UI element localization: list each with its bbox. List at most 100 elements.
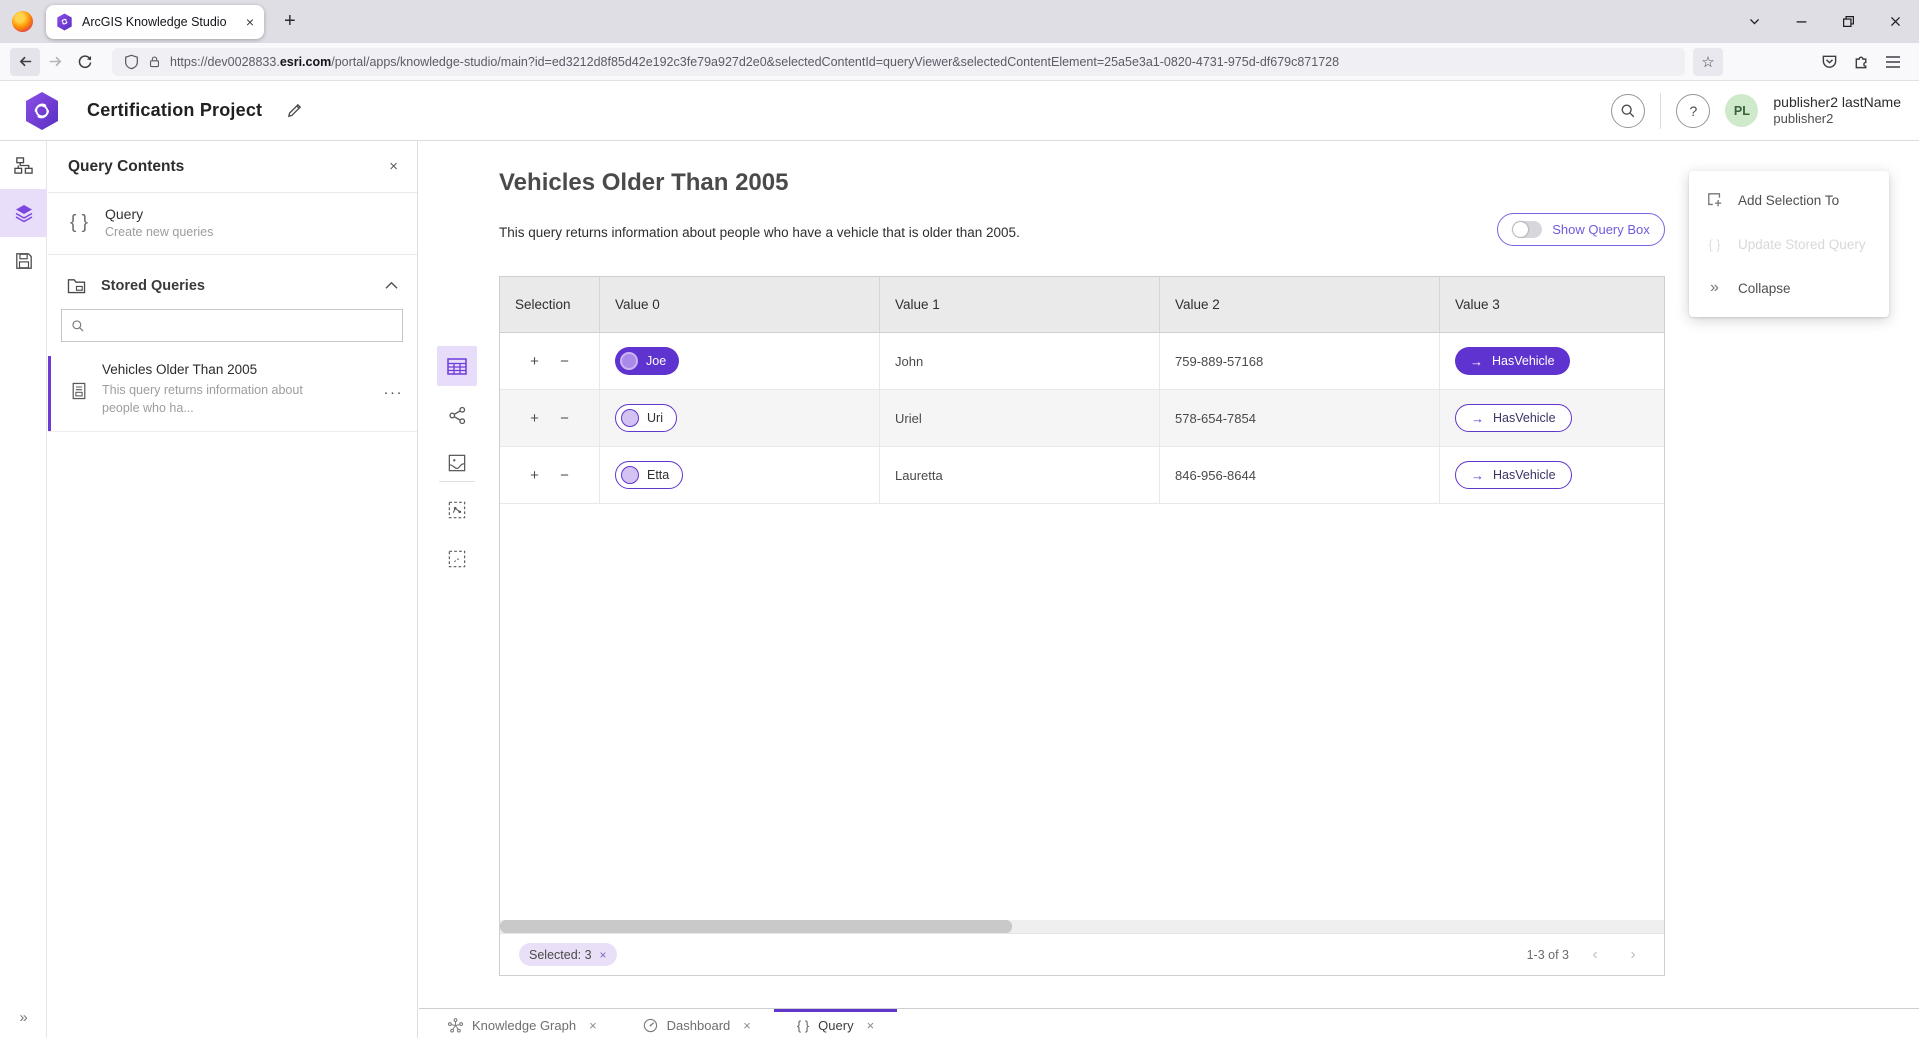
stored-query-item[interactable]: Vehicles Older Than 2005 This query retu… <box>48 356 417 432</box>
menu-item-update-stored-query[interactable]: { } Update Stored Query <box>1689 222 1889 266</box>
row-range-label: 1-3 of 3 <box>1527 948 1569 962</box>
options-dropdown-menu: Add Selection To { } Update Stored Query… <box>1689 171 1889 317</box>
browser-toolbar: https://dev0028833.esri.com/portal/apps/… <box>0 43 1919 81</box>
tab-query[interactable]: { } Query × <box>774 1009 897 1038</box>
extensions-puzzle-icon[interactable] <box>1845 48 1877 76</box>
more-options-icon[interactable]: ··· <box>384 384 404 417</box>
link-chart-icon[interactable] <box>437 395 477 435</box>
relationship-pill[interactable]: →HasVehicle <box>1455 461 1572 489</box>
column-header-selection[interactable]: Selection <box>500 277 600 332</box>
selection-tools-icon[interactable] <box>437 490 477 530</box>
remove-from-selection-button[interactable]: − <box>557 410 573 427</box>
add-to-selection-button[interactable]: + <box>527 353 543 370</box>
window-minimize-button[interactable] <box>1778 0 1825 43</box>
relationship-pill[interactable]: →HasVehicle <box>1455 404 1572 432</box>
panel-close-icon[interactable]: × <box>389 158 398 175</box>
entity-pill[interactable]: Uri <box>615 404 677 432</box>
table-footer: Selected: 3 × 1-3 of 3 ‹ › <box>500 933 1664 975</box>
relationship-pill[interactable]: →HasVehicle <box>1455 347 1570 375</box>
dashboard-gauge-icon <box>643 1018 658 1033</box>
menu-item-add-selection-to[interactable]: Add Selection To <box>1689 178 1889 222</box>
table-view-icon[interactable] <box>437 346 477 386</box>
table-row: + − Uri Uriel 578-654-7854 →HasVehicle <box>500 390 1664 447</box>
browser-tab-strip: ArcGIS Knowledge Studio × + <box>0 0 1919 43</box>
query-item-subtitle: Create new queries <box>105 225 213 239</box>
folder-icon <box>67 277 86 294</box>
search-input[interactable] <box>94 318 393 333</box>
stored-queries-label: Stored Queries <box>101 278 370 294</box>
add-to-selection-button[interactable]: + <box>527 410 543 427</box>
entity-pill[interactable]: Joe <box>615 347 679 375</box>
tab-close-icon[interactable]: × <box>743 1018 751 1033</box>
menu-hamburger-icon[interactable] <box>1877 48 1909 76</box>
column-header-value3[interactable]: Value 3 <box>1440 277 1664 332</box>
query-contents-panel: Query Contents × { } Query Create new qu… <box>48 141 418 1038</box>
horizontal-scrollbar[interactable] <box>500 920 1664 933</box>
tab-close-icon[interactable]: × <box>867 1018 875 1033</box>
show-query-box-toggle[interactable]: Show Query Box <box>1497 213 1665 246</box>
cell-name[interactable]: Lauretta <box>880 447 1160 503</box>
column-header-value0[interactable]: Value 0 <box>600 277 880 332</box>
firefox-logo-icon[interactable] <box>12 11 33 32</box>
user-info[interactable]: publisher2 lastName publisher2 <box>1773 93 1901 128</box>
new-query-item[interactable]: { } Query Create new queries <box>48 193 417 255</box>
add-to-selection-button[interactable]: + <box>527 467 543 484</box>
menu-item-collapse[interactable]: » Collapse <box>1689 266 1889 310</box>
user-name: publisher2 lastName <box>1773 93 1901 111</box>
add-selection-icon <box>1705 192 1724 208</box>
tab-close-icon[interactable]: × <box>246 14 254 30</box>
cell-name[interactable]: John <box>880 333 1160 389</box>
tracking-shield-icon[interactable] <box>124 54 139 70</box>
cell-phone[interactable]: 578-654-7854 <box>1160 390 1440 446</box>
tab-list-chevron-icon[interactable] <box>1731 0 1778 43</box>
help-button[interactable]: ? <box>1676 94 1710 128</box>
user-role: publisher2 <box>1773 111 1901 128</box>
clear-selection-icon[interactable]: × <box>600 948 607 962</box>
empty-selection-icon[interactable] <box>437 539 477 579</box>
window-close-button[interactable] <box>1872 0 1919 43</box>
show-query-box-label: Show Query Box <box>1552 222 1650 237</box>
rail-layers-icon[interactable] <box>0 189 47 237</box>
reload-button[interactable] <box>70 48 100 76</box>
forward-button[interactable] <box>40 48 70 76</box>
cell-phone[interactable]: 846-956-8644 <box>1160 447 1440 503</box>
stored-queries-header[interactable]: Stored Queries <box>48 255 417 306</box>
new-tab-button[interactable]: + <box>284 10 296 33</box>
table-header-row: Selection Value 0 Value 1 Value 2 Value … <box>500 277 1664 333</box>
tab-dashboard[interactable]: Dashboard × <box>620 1009 774 1038</box>
cell-phone[interactable]: 759-889-57168 <box>1160 333 1440 389</box>
back-button[interactable] <box>10 48 40 76</box>
search-button[interactable] <box>1611 94 1645 128</box>
window-restore-button[interactable] <box>1825 0 1872 43</box>
left-rail: » <box>0 141 47 1038</box>
scrollbar-thumb[interactable] <box>500 920 1012 933</box>
bookmark-star-icon[interactable]: ☆ <box>1693 48 1723 76</box>
tab-label: Knowledge Graph <box>472 1018 576 1033</box>
tab-close-icon[interactable]: × <box>589 1018 597 1033</box>
column-header-value2[interactable]: Value 2 <box>1160 277 1440 332</box>
cell-name[interactable]: Uriel <box>880 390 1160 446</box>
column-header-value1[interactable]: Value 1 <box>880 277 1160 332</box>
stored-queries-search[interactable] <box>61 309 403 342</box>
collapse-section-chevron-icon[interactable] <box>385 281 398 290</box>
rail-expand-icon[interactable]: » <box>0 1009 47 1026</box>
rail-data-model-icon[interactable] <box>0 141 47 189</box>
url-bar[interactable]: https://dev0028833.esri.com/portal/apps/… <box>112 48 1685 76</box>
header-divider <box>1660 93 1661 129</box>
edit-title-pencil-icon[interactable] <box>286 102 303 119</box>
tab-knowledge-graph[interactable]: Knowledge Graph × <box>425 1009 620 1038</box>
url-text[interactable]: https://dev0028833.esri.com/portal/apps/… <box>170 55 1339 69</box>
remove-from-selection-button[interactable]: − <box>557 353 573 370</box>
map-view-icon[interactable] <box>437 443 477 483</box>
remove-from-selection-button[interactable]: − <box>557 467 573 484</box>
rail-save-icon[interactable] <box>0 237 47 285</box>
browser-tab-active[interactable]: ArcGIS Knowledge Studio × <box>46 5 264 39</box>
entity-pill[interactable]: Etta <box>615 461 683 489</box>
selected-count-chip[interactable]: Selected: 3 × <box>519 943 617 966</box>
previous-page-icon[interactable]: ‹ <box>1583 946 1607 964</box>
pocket-icon[interactable] <box>1813 48 1845 76</box>
lock-icon[interactable] <box>148 54 161 69</box>
next-page-icon[interactable]: › <box>1621 946 1645 964</box>
query-view: Vehicles Older Than 2005 This query retu… <box>419 141 1919 1008</box>
user-avatar[interactable]: PL <box>1725 94 1758 127</box>
